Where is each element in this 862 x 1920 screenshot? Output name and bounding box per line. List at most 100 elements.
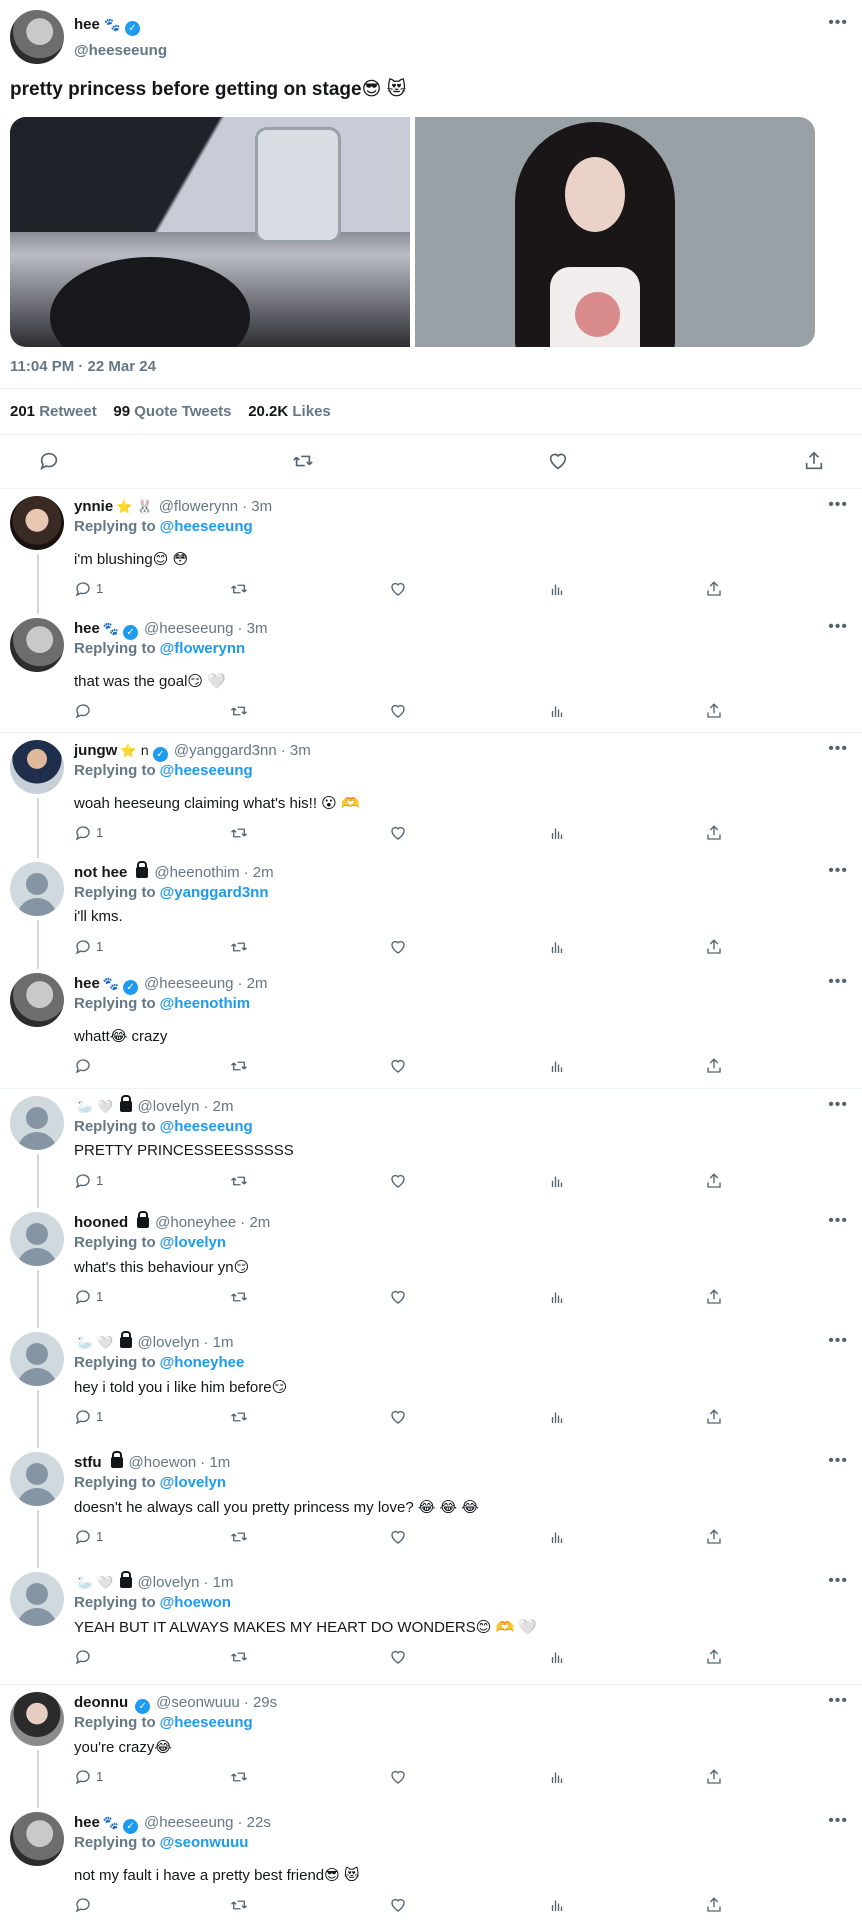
replying-to-link[interactable]: @hoewon	[160, 1594, 231, 1611]
retweet-icon[interactable]	[230, 938, 248, 956]
reply-avatar[interactable]	[10, 1212, 64, 1266]
replying-to-link[interactable]: @heeseeung	[160, 518, 253, 535]
speech-bubble-icon[interactable]	[74, 1057, 92, 1075]
retweet-icon[interactable]	[230, 1408, 248, 1426]
replying-to-link[interactable]: @yanggard3nn	[160, 884, 269, 901]
replying-to-link[interactable]: @heeseeung	[160, 1714, 253, 1731]
reply-time[interactable]: · 29s	[244, 1694, 277, 1711]
more-dots-icon[interactable]: •••	[828, 740, 848, 758]
more-dots-icon[interactable]: •••	[828, 1572, 848, 1590]
replying-to-link[interactable]: @lovelyn	[160, 1234, 226, 1251]
replying-to-link[interactable]: @heenothim	[160, 995, 250, 1012]
heart-icon[interactable]	[547, 450, 569, 472]
heart-icon[interactable]	[389, 1528, 407, 1546]
bar-chart-icon[interactable]	[548, 1288, 566, 1306]
reply-time[interactable]: · 2m	[203, 1098, 233, 1115]
reply-handle[interactable]: @lovelyn	[138, 1098, 200, 1115]
share-icon[interactable]	[705, 824, 723, 842]
reply-handle[interactable]: @heeseeung	[144, 1814, 233, 1831]
speech-bubble-icon[interactable]	[74, 580, 92, 598]
reply-time[interactable]: · 3m	[242, 498, 272, 515]
bar-chart-icon[interactable]	[548, 702, 566, 720]
replying-to-link[interactable]: @flowerynn	[160, 640, 245, 657]
more-dots-icon[interactable]: •••	[828, 973, 848, 991]
bar-chart-icon[interactable]	[548, 580, 566, 598]
reply-author-name[interactable]: hee	[74, 620, 100, 637]
reply-handle[interactable]: @flowerynn	[159, 498, 238, 515]
bar-chart-icon[interactable]	[548, 1528, 566, 1546]
retweet-icon[interactable]	[230, 1528, 248, 1546]
reply-avatar[interactable]	[10, 973, 64, 1027]
main-tweet-author[interactable]: hee 🐾 ✓	[74, 16, 140, 36]
reply-handle[interactable]: @heeseeung	[144, 975, 233, 992]
replying-to-link[interactable]: @honeyhee	[160, 1354, 245, 1371]
reply-avatar[interactable]	[10, 1812, 64, 1866]
quotes-stat[interactable]: 99 Quote Tweets	[113, 403, 231, 420]
reply-handle[interactable]: @honeyhee	[155, 1214, 236, 1231]
reply-time[interactable]: · 22s	[238, 1814, 271, 1831]
share-icon[interactable]	[705, 580, 723, 598]
main-tweet-timestamp[interactable]: 11:04 PM · 22 Mar 24	[10, 358, 156, 375]
retweet-icon[interactable]	[230, 1288, 248, 1306]
reply-avatar[interactable]	[10, 740, 64, 794]
retweet-icon[interactable]	[230, 824, 248, 842]
heart-icon[interactable]	[389, 1408, 407, 1426]
reply-time[interactable]: · 3m	[281, 742, 311, 759]
more-dots-icon[interactable]: •••	[828, 14, 848, 32]
share-icon[interactable]	[705, 1528, 723, 1546]
speech-bubble-icon[interactable]	[74, 1896, 92, 1914]
share-icon[interactable]	[803, 450, 825, 472]
reply-handle[interactable]: @seonwuuu	[156, 1694, 240, 1711]
heart-icon[interactable]	[389, 702, 407, 720]
reply-handle[interactable]: @heenothim	[154, 864, 239, 881]
retweet-icon[interactable]	[230, 1768, 248, 1786]
speech-bubble-icon[interactable]	[74, 1172, 92, 1190]
bar-chart-icon[interactable]	[548, 1057, 566, 1075]
retweet-icon[interactable]	[230, 702, 248, 720]
heart-icon[interactable]	[389, 1896, 407, 1914]
reply-author-name[interactable]: ynnie	[74, 498, 113, 515]
heart-icon[interactable]	[389, 824, 407, 842]
reply-author-name[interactable]: not hee	[74, 864, 127, 881]
heart-icon[interactable]	[389, 938, 407, 956]
share-icon[interactable]	[705, 938, 723, 956]
speech-bubble-icon[interactable]	[74, 1528, 92, 1546]
speech-bubble-icon[interactable]	[74, 938, 92, 956]
reply-avatar[interactable]	[10, 1332, 64, 1386]
bar-chart-icon[interactable]	[548, 1172, 566, 1190]
speech-bubble-icon[interactable]	[74, 824, 92, 842]
reply-author-name[interactable]: hee	[74, 975, 100, 992]
replying-to-link[interactable]: @lovelyn	[160, 1474, 226, 1491]
main-tweet-handle[interactable]: @heeseeung	[74, 42, 167, 59]
reply-avatar[interactable]	[10, 618, 64, 672]
speech-bubble-icon[interactable]	[74, 1648, 92, 1666]
heart-icon[interactable]	[389, 580, 407, 598]
share-icon[interactable]	[705, 1057, 723, 1075]
reply-author-name[interactable]: deonnu	[74, 1694, 128, 1711]
speech-bubble-icon[interactable]	[74, 702, 92, 720]
replying-to-link[interactable]: @seonwuuu	[160, 1834, 249, 1851]
retweet-icon[interactable]	[230, 1896, 248, 1914]
bar-chart-icon[interactable]	[548, 824, 566, 842]
reply-time[interactable]: · 3m	[238, 620, 268, 637]
share-icon[interactable]	[705, 1648, 723, 1666]
bar-chart-icon[interactable]	[548, 1768, 566, 1786]
more-dots-icon[interactable]: •••	[828, 1452, 848, 1470]
share-icon[interactable]	[705, 1172, 723, 1190]
reply-handle[interactable]: @hoewon	[129, 1454, 197, 1471]
reply-author-name[interactable]: hee	[74, 1814, 100, 1831]
share-icon[interactable]	[705, 702, 723, 720]
share-icon[interactable]	[705, 1408, 723, 1426]
speech-bubble-icon[interactable]	[74, 1768, 92, 1786]
retweet-icon[interactable]	[230, 1648, 248, 1666]
retweet-icon[interactable]	[292, 450, 314, 472]
share-icon[interactable]	[705, 1288, 723, 1306]
heart-icon[interactable]	[389, 1057, 407, 1075]
reply-avatar[interactable]	[10, 862, 64, 916]
bar-chart-icon[interactable]	[548, 938, 566, 956]
share-icon[interactable]	[705, 1896, 723, 1914]
more-dots-icon[interactable]: •••	[828, 1812, 848, 1830]
main-tweet-avatar[interactable]	[10, 10, 64, 64]
reply-time[interactable]: · 1m	[200, 1454, 230, 1471]
more-dots-icon[interactable]: •••	[828, 1332, 848, 1350]
